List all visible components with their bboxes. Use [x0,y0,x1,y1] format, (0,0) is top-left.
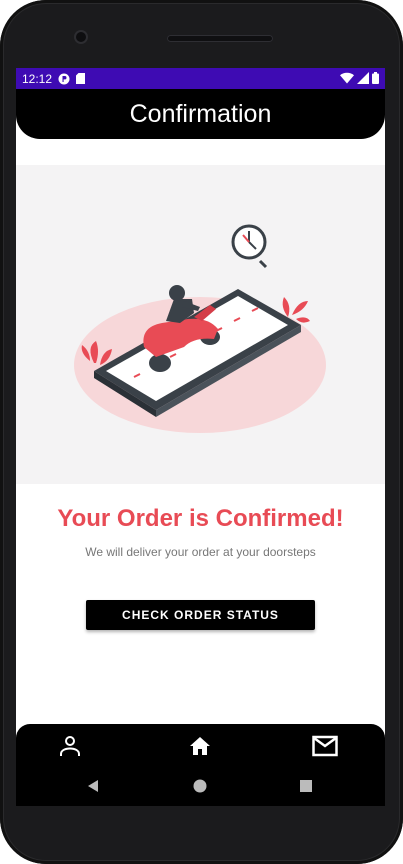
recents-icon[interactable] [296,776,316,796]
hero-illustration [16,165,385,484]
check-order-status-button[interactable]: CHECK ORDER STATUS [86,600,315,630]
confirmation-headline: Your Order is Confirmed! [57,505,344,532]
p-badge-icon [58,73,70,85]
mail-icon[interactable] [311,732,339,760]
status-right-icons [340,72,379,87]
home-circle-icon[interactable] [190,776,210,796]
back-icon[interactable] [83,776,103,796]
wifi-icon [340,72,354,87]
person-icon[interactable] [56,732,84,760]
signal-icon [357,72,369,87]
confirmation-subtext: We will deliver your order at your doors… [85,545,316,559]
earpiece-speaker [167,35,273,42]
app-screen: 12:12 Confirmation Your Order is Confirm… [16,68,385,806]
app-header: Confirmation [16,89,385,139]
status-time: 12:12 [22,71,53,86]
phone-frame: 12:12 Confirmation Your Order is Confirm… [0,0,403,864]
status-bar: 12:12 [16,68,385,89]
page-title: Confirmation [129,99,272,128]
front-camera [76,32,86,42]
home-icon[interactable] [186,732,214,760]
clock-icon [231,224,268,269]
sim-card-icon [76,73,86,84]
battery-icon [372,72,379,87]
system-nav-bar [16,766,385,806]
bottom-nav [16,724,385,766]
